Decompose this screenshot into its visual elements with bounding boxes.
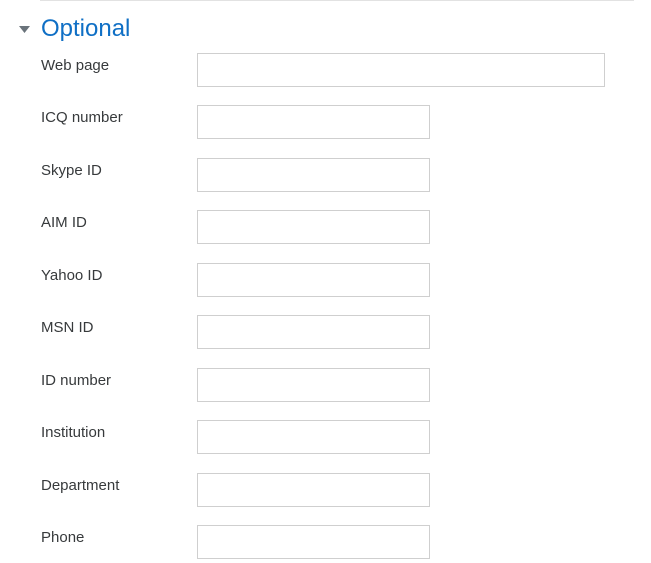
optional-section-panel: Optional Web page ICQ number Skype ID AI…	[0, 0, 651, 563]
institution-label: Institution	[41, 424, 106, 441]
msn-id-label: MSN ID	[41, 319, 94, 336]
yahoo-id-input[interactable]	[197, 263, 430, 297]
department-input[interactable]	[197, 473, 430, 507]
msn-id-input[interactable]	[197, 315, 430, 349]
department-label: Department	[41, 477, 120, 494]
skype-id-label: Skype ID	[41, 162, 102, 179]
web-page-label: Web page	[41, 57, 110, 74]
section-divider	[40, 0, 634, 1]
web-page-input[interactable]	[197, 53, 605, 87]
yahoo-id-label: Yahoo ID	[41, 267, 103, 284]
id-number-input[interactable]	[197, 368, 430, 402]
id-number-label: ID number	[41, 372, 112, 389]
aim-id-label: AIM ID	[41, 214, 87, 231]
skype-id-input[interactable]	[197, 158, 430, 192]
aim-id-input[interactable]	[197, 210, 430, 244]
phone-input[interactable]	[197, 525, 430, 559]
icq-number-input[interactable]	[197, 105, 430, 139]
institution-input[interactable]	[197, 420, 430, 454]
section-header-optional[interactable]: Optional	[18, 14, 130, 44]
phone-label: Phone	[41, 529, 85, 546]
icq-number-label: ICQ number	[41, 109, 123, 126]
section-title: Optional	[41, 15, 131, 42]
caret-down-icon[interactable]	[18, 23, 31, 36]
